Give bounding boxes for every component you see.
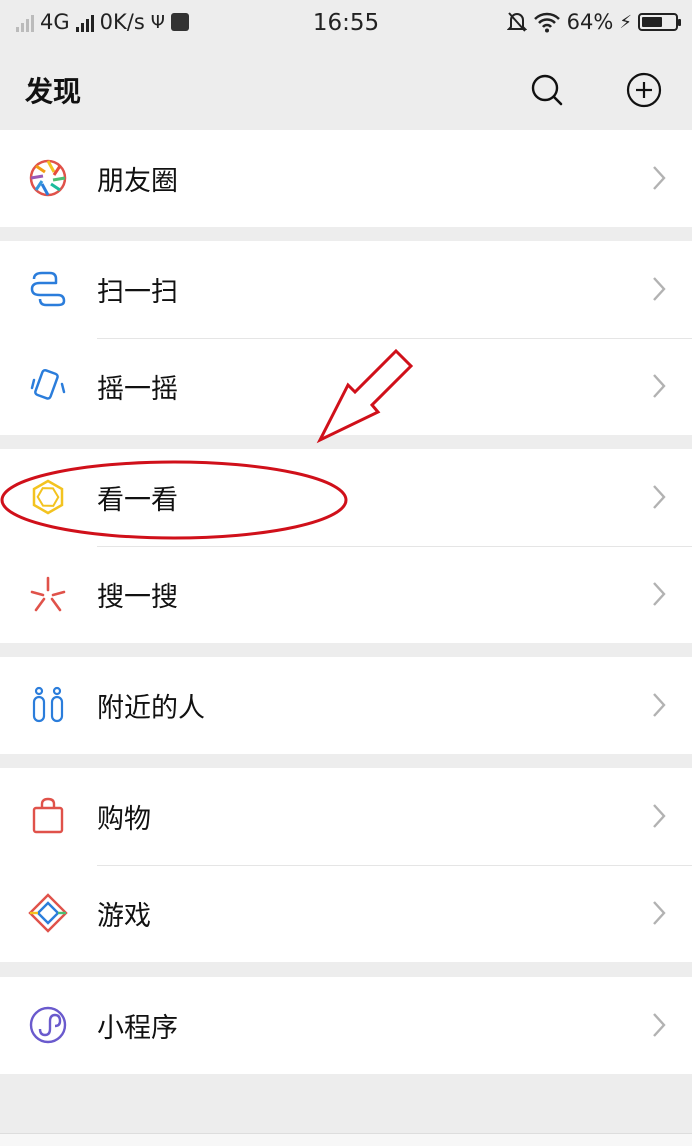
mini-program-icon: [29, 1006, 67, 1044]
menu-item-scan[interactable]: 扫一扫: [0, 241, 692, 338]
status-right: 64% ⚡: [506, 10, 681, 34]
wifi-icon: [533, 12, 560, 33]
menu-item-people-nearby[interactable]: 附近的人: [0, 657, 692, 754]
menu-item-label: 搜一搜: [97, 582, 178, 613]
menu-item-label: 小程序: [97, 1013, 178, 1044]
menu-item-mini-programs[interactable]: 小程序: [0, 977, 692, 1074]
menu-item-label: 购物: [97, 804, 151, 835]
menu-item-label: 看一看: [97, 485, 178, 516]
menu-item-search[interactable]: 搜一搜: [0, 546, 692, 643]
chevron-right-icon: [653, 582, 666, 606]
group-mini-programs: 小程序: [0, 977, 692, 1074]
games-icon: [28, 893, 68, 933]
group-scan-shake: 扫一扫 摇一摇: [0, 241, 692, 435]
battery-icon: [638, 13, 681, 31]
menu-item-label: 扫一扫: [97, 277, 178, 308]
menu-item-games[interactable]: 游戏: [0, 865, 692, 962]
chevron-right-icon: [653, 693, 666, 717]
search-icon: [531, 74, 563, 106]
menu-item-label: 游戏: [97, 901, 151, 932]
menu-item-label: 摇一摇: [97, 374, 178, 405]
chevron-right-icon: [653, 485, 666, 509]
group-nearby: 附近的人: [0, 657, 692, 754]
menu-item-shake[interactable]: 摇一摇: [0, 338, 692, 435]
menu-item-top-stories[interactable]: 看一看: [0, 449, 692, 546]
scan-icon: [30, 271, 66, 307]
menu-item-label: 朋友圈: [97, 166, 178, 197]
header: 发现: [0, 48, 692, 130]
page-title: 发现: [25, 75, 82, 108]
shopping-bag-icon: [32, 797, 64, 834]
top-stories-icon: [32, 479, 64, 515]
add-button[interactable]: [624, 70, 664, 110]
shake-icon: [30, 369, 66, 400]
group-moments: 朋友圈: [0, 130, 692, 227]
plus-circle-icon: [626, 72, 662, 108]
charging-icon: ⚡: [619, 11, 632, 33]
bottom-tab-bar: [0, 1133, 692, 1146]
chevron-right-icon: [653, 1013, 666, 1037]
menu-item-shopping[interactable]: 购物: [0, 768, 692, 865]
group-shopping-games: 购物 游戏: [0, 768, 692, 962]
menu-item-moments[interactable]: 朋友圈: [0, 130, 692, 227]
battery-percent: 64%: [566, 10, 614, 34]
battery-level: [642, 17, 663, 27]
chevron-right-icon: [653, 901, 666, 925]
moments-icon: [29, 159, 67, 197]
group-stories-search: 看一看 搜一搜: [0, 449, 692, 643]
chevron-right-icon: [653, 374, 666, 398]
bell-mute-icon: [506, 12, 527, 32]
search-sparkle-icon: [30, 576, 66, 612]
search-button[interactable]: [527, 70, 567, 110]
people-nearby-icon: [32, 686, 64, 723]
chevron-right-icon: [653, 804, 666, 828]
menu-item-label: 附近的人: [97, 693, 205, 724]
chevron-right-icon: [653, 277, 666, 301]
chevron-right-icon: [653, 166, 666, 190]
status-bar: 4G 0K/s Ψ 16:55 64% ⚡: [0, 0, 692, 48]
